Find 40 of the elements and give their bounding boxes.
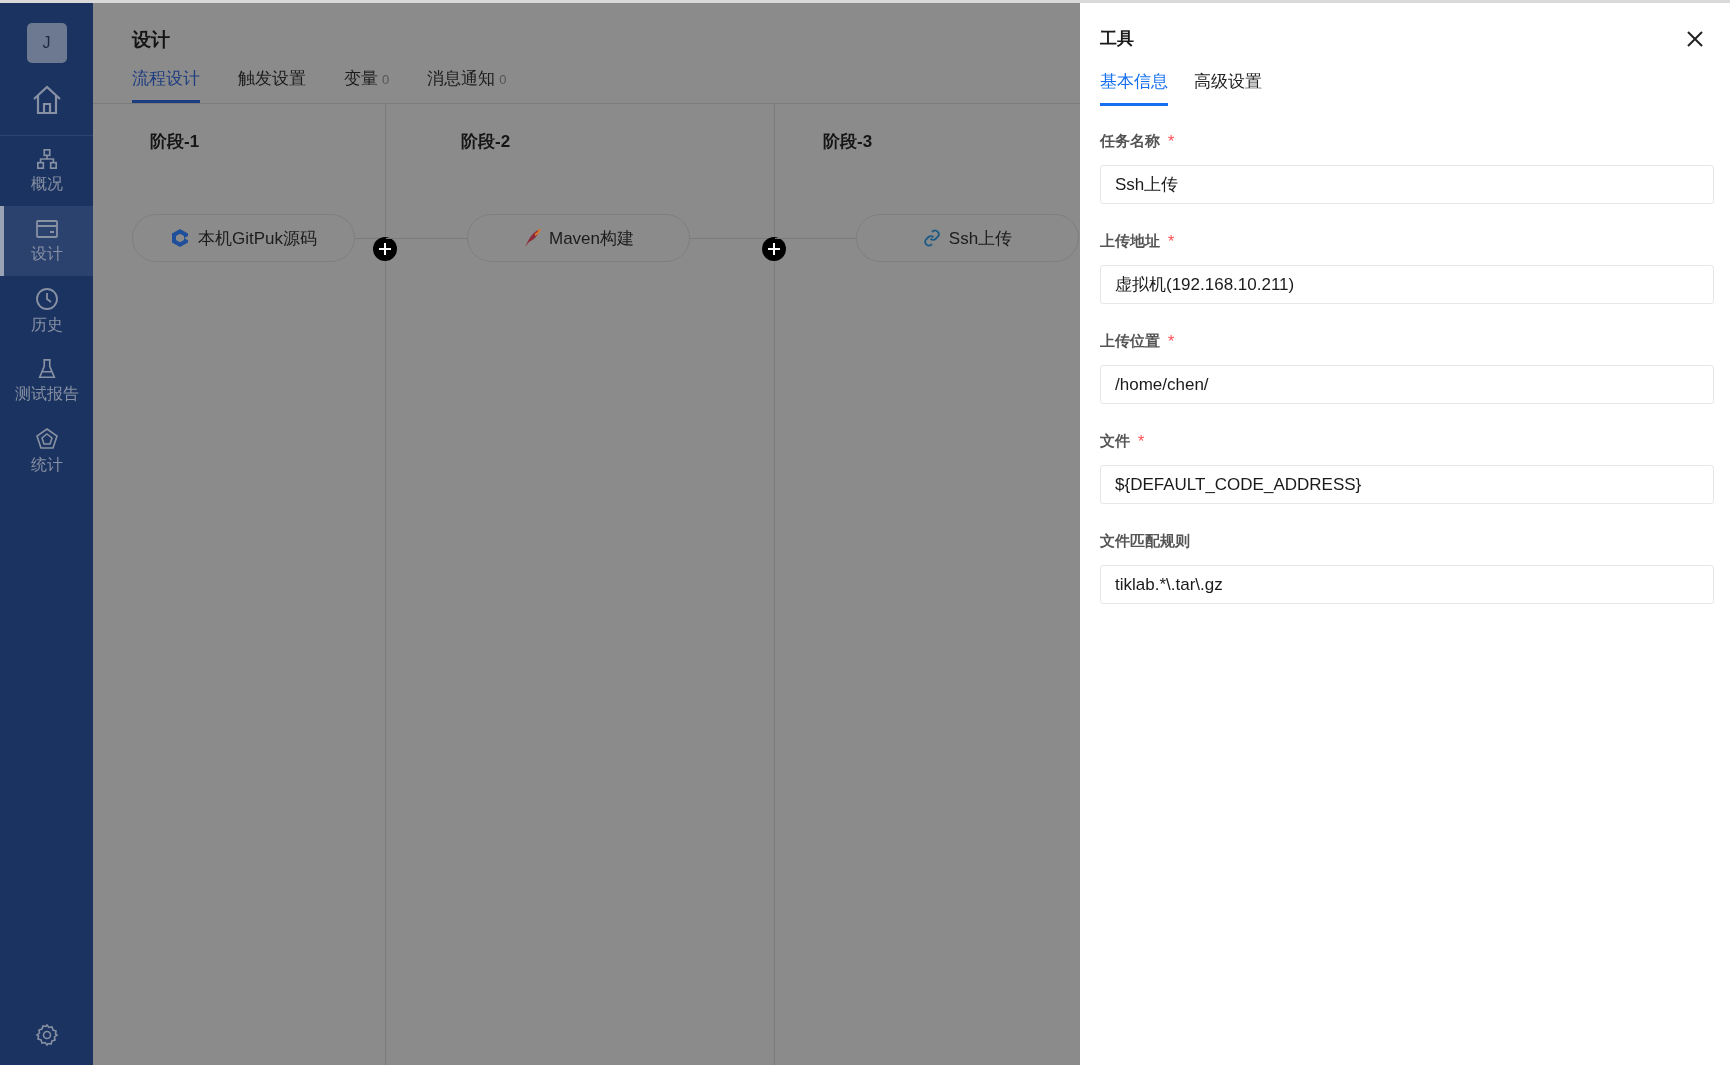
tab[interactable]: 触发设置 xyxy=(238,67,306,103)
required-mark: * xyxy=(1168,132,1175,151)
field-label: 文件 xyxy=(1100,432,1130,451)
tab[interactable]: 高级设置 xyxy=(1194,70,1262,106)
input-field[interactable]: 虚拟机(192.168.10.211) xyxy=(1100,265,1714,304)
input-field[interactable]: ${DEFAULT_CODE_ADDRESS} xyxy=(1100,465,1714,504)
drawer-title: 工具 xyxy=(1100,28,1134,50)
tab[interactable]: 流程设计 xyxy=(132,67,200,103)
stage-title: 阶段-3 xyxy=(822,131,874,153)
input-field[interactable]: tiklab.*\.tar\.gz xyxy=(1100,565,1714,604)
page-title: 设计 xyxy=(132,28,171,52)
link-icon xyxy=(922,229,941,247)
feather-icon xyxy=(523,228,541,248)
field-label: 上传地址 xyxy=(1100,232,1160,251)
field-label: 上传位置 xyxy=(1100,332,1160,351)
stage-title: 阶段-2 xyxy=(460,131,512,153)
sidebar-item[interactable]: 概况 xyxy=(0,136,93,206)
add-icon[interactable] xyxy=(373,237,397,261)
required-mark: * xyxy=(1168,332,1175,351)
card-icon xyxy=(34,217,59,240)
sidebar-item[interactable]: 测试报告 xyxy=(0,346,93,416)
input-field[interactable]: Ssh上传 xyxy=(1100,165,1714,204)
pentagon-chart-icon xyxy=(34,426,59,451)
sidebar-item[interactable]: 设计 xyxy=(0,206,93,276)
field-label: 任务名称 xyxy=(1100,132,1160,151)
stage-title: 阶段-1 xyxy=(149,131,201,153)
input-field[interactable]: /home/chen/ xyxy=(1100,365,1714,404)
sidebar-item[interactable]: 历史 xyxy=(0,276,93,346)
c-logo-icon xyxy=(170,228,190,248)
settings-icon[interactable] xyxy=(34,1023,59,1047)
avatar[interactable]: J xyxy=(26,23,67,63)
field-label: 文件匹配规则 xyxy=(1100,532,1190,551)
tab[interactable]: 基本信息 xyxy=(1100,70,1168,106)
sidebar-item[interactable]: 统计 xyxy=(0,416,93,486)
clock-icon xyxy=(34,286,59,311)
hierarchy-icon xyxy=(35,147,58,170)
required-mark: * xyxy=(1138,432,1145,451)
add-icon[interactable] xyxy=(762,237,786,261)
close-button[interactable] xyxy=(1686,29,1704,48)
required-mark: * xyxy=(1168,232,1175,251)
